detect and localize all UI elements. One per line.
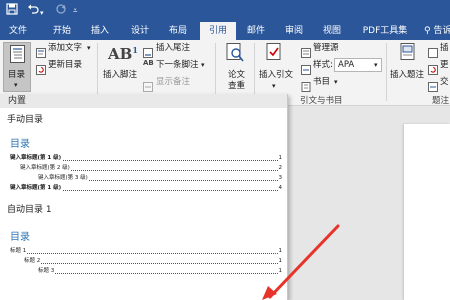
footnote-sup-text: 1 [132, 45, 138, 55]
insert-endnote-button[interactable]: 插入尾注 [156, 43, 190, 54]
show-notes-button: 显示备注 [156, 77, 191, 87]
manual-toc-line: 键入章标题(第 1 级) 4 [10, 184, 282, 193]
insert-footnote-button[interactable]: 插入脚注 [103, 70, 137, 81]
style-select[interactable]: APA ▾ [334, 58, 382, 72]
tell-me-box[interactable]: ⚲ 告诉 [424, 22, 450, 40]
bibliography-dropdown-icon[interactable]: ▾ [334, 77, 338, 88]
toc-line-text: 键入章标题(第 3 级) [38, 174, 89, 183]
next-footnote-icon: AB [143, 59, 154, 67]
update-table-of-figures-button[interactable]: 更 [440, 60, 449, 71]
dot-leader [38, 273, 282, 274]
auto-toc-heading: 目录 [10, 232, 30, 243]
auto-toc-name: 自动目录 1 [7, 205, 52, 215]
redo-icon[interactable] [55, 3, 67, 18]
toc-line-page: 1 [277, 267, 282, 276]
toc-line-text: 标题 1 [10, 247, 28, 256]
toc-line-text: 键入章标题(第 1 级) [10, 184, 63, 193]
auto-toc-line: 标题 2 1 [24, 257, 282, 266]
toc-line-page: 1 [277, 154, 282, 163]
dot-leader [24, 263, 282, 264]
tell-me-text: 告诉 [433, 26, 450, 36]
insert-citation-icon [266, 43, 284, 67]
toc-line-page: 1 [277, 257, 282, 266]
tab-home[interactable]: 开始 [48, 22, 76, 40]
cross-reference-button[interactable]: 交 [440, 77, 449, 88]
auto-toc-line: 标题 1 1 [10, 247, 282, 256]
manual-toc-option[interactable]: 手动目录 目录 键入章标题(第 1 级) 1 键入章标题(第 2 级) 2 键入… [0, 108, 287, 200]
undo-icon[interactable] [27, 3, 39, 18]
toc-line-text: 键入章标题(第 1 级) [10, 154, 63, 163]
toc-dropdown-icon: ▾ [14, 81, 18, 89]
style-select-dropdown-icon: ▾ [374, 61, 378, 69]
ribbon-separator [386, 43, 387, 101]
toc-line-page: 4 [277, 184, 282, 193]
auto-toc-1-option[interactable]: 自动目录 1 目录 标题 1 1 标题 2 1 标题 3 1 [0, 202, 287, 300]
customize-icon[interactable]: ⩡ [73, 4, 78, 18]
tab-design[interactable]: 设计 [126, 22, 154, 40]
ribbon-separator [97, 43, 98, 101]
insert-footnote-icon[interactable]: AB1 [108, 45, 138, 63]
ribbon-separator [215, 43, 216, 101]
insert-table-of-figures-button[interactable]: 插 [440, 43, 449, 54]
tab-file[interactable]: 文件 [4, 22, 32, 40]
paper-check-label-2[interactable]: 查重 [228, 81, 245, 92]
add-text-dropdown-icon[interactable]: ▾ [87, 43, 91, 54]
ribbon-tabs: 文件 开始 插入 设计 布局 引用 邮件 审阅 视图 PDF工具集 ⚲ 告诉 [0, 22, 450, 40]
manual-toc-line: 键入章标题(第 3 级) 3 [38, 174, 282, 183]
toc-line-text: 标题 3 [38, 267, 56, 276]
captions-group-label: 题注 [432, 96, 450, 106]
paper-check-label-1[interactable]: 论文 [228, 70, 245, 81]
toc-line-page: 2 [277, 164, 282, 173]
tab-review[interactable]: 审阅 [280, 22, 308, 40]
insert-caption-button[interactable]: 插入题注 [390, 70, 424, 81]
manual-toc-name: 手动目录 [7, 115, 44, 125]
lightbulb-icon: ⚲ [424, 26, 431, 36]
style-label: 样式: [313, 60, 333, 70]
table-of-contents-icon [10, 45, 25, 67]
footnote-ab-text: AB [108, 45, 133, 63]
toc-line-page: 1 [277, 247, 282, 256]
toc-line-page: 3 [277, 174, 282, 183]
title-bar: ▾ ⩡ [0, 0, 450, 22]
manual-toc-heading: 目录 [10, 139, 30, 150]
auto-toc-line: 标题 3 1 [38, 267, 282, 276]
citations-group-label: 引文与书目 [300, 96, 343, 106]
add-text-button[interactable]: 添加文字 [48, 43, 82, 54]
insert-citation-button[interactable]: 插入引文 [259, 70, 293, 81]
tab-references[interactable]: 引用 [200, 22, 236, 40]
toc-button[interactable]: 目录 ▾ [3, 42, 31, 92]
paper-check-icon [226, 43, 244, 67]
tab-insert[interactable]: 插入 [86, 22, 114, 40]
builtin-section-header: 内置 [0, 94, 287, 108]
undo-dropdown-icon[interactable]: ▾ [40, 6, 44, 20]
next-footnote-dropdown-icon[interactable]: ▾ [201, 60, 205, 71]
tab-mailings[interactable]: 邮件 [242, 22, 270, 40]
tab-pdf-tools[interactable]: PDF工具集 [354, 22, 416, 40]
update-toc-button[interactable]: 更新目录 [48, 60, 82, 71]
insert-citation-dropdown-icon[interactable]: ▾ [272, 81, 276, 92]
ribbon-separator [254, 43, 255, 101]
insert-caption-icon [400, 43, 416, 67]
toc-line-text: 标题 2 [24, 257, 42, 266]
manual-toc-line: 键入章标题(第 1 级) 1 [10, 154, 282, 163]
bibliography-button[interactable]: 书目 [313, 77, 330, 88]
manual-toc-line: 键入章标题(第 2 级) 2 [20, 164, 282, 173]
update-table-icon [36, 60, 46, 79]
next-footnote-button[interactable]: 下一条脚注 [156, 60, 199, 71]
tab-layout[interactable]: 布局 [164, 22, 192, 40]
toc-gallery-panel: 内置 手动目录 目录 键入章标题(第 1 级) 1 键入章标题(第 2 级) 2… [0, 94, 288, 300]
document-page[interactable] [404, 124, 450, 300]
manage-sources-button[interactable]: 管理源 [313, 43, 339, 54]
style-select-value: APA [338, 60, 355, 70]
toc-line-text: 键入章标题(第 2 级) [20, 164, 71, 173]
dot-leader [10, 253, 282, 254]
save-icon[interactable] [6, 3, 18, 18]
tab-view[interactable]: 视图 [318, 22, 346, 40]
